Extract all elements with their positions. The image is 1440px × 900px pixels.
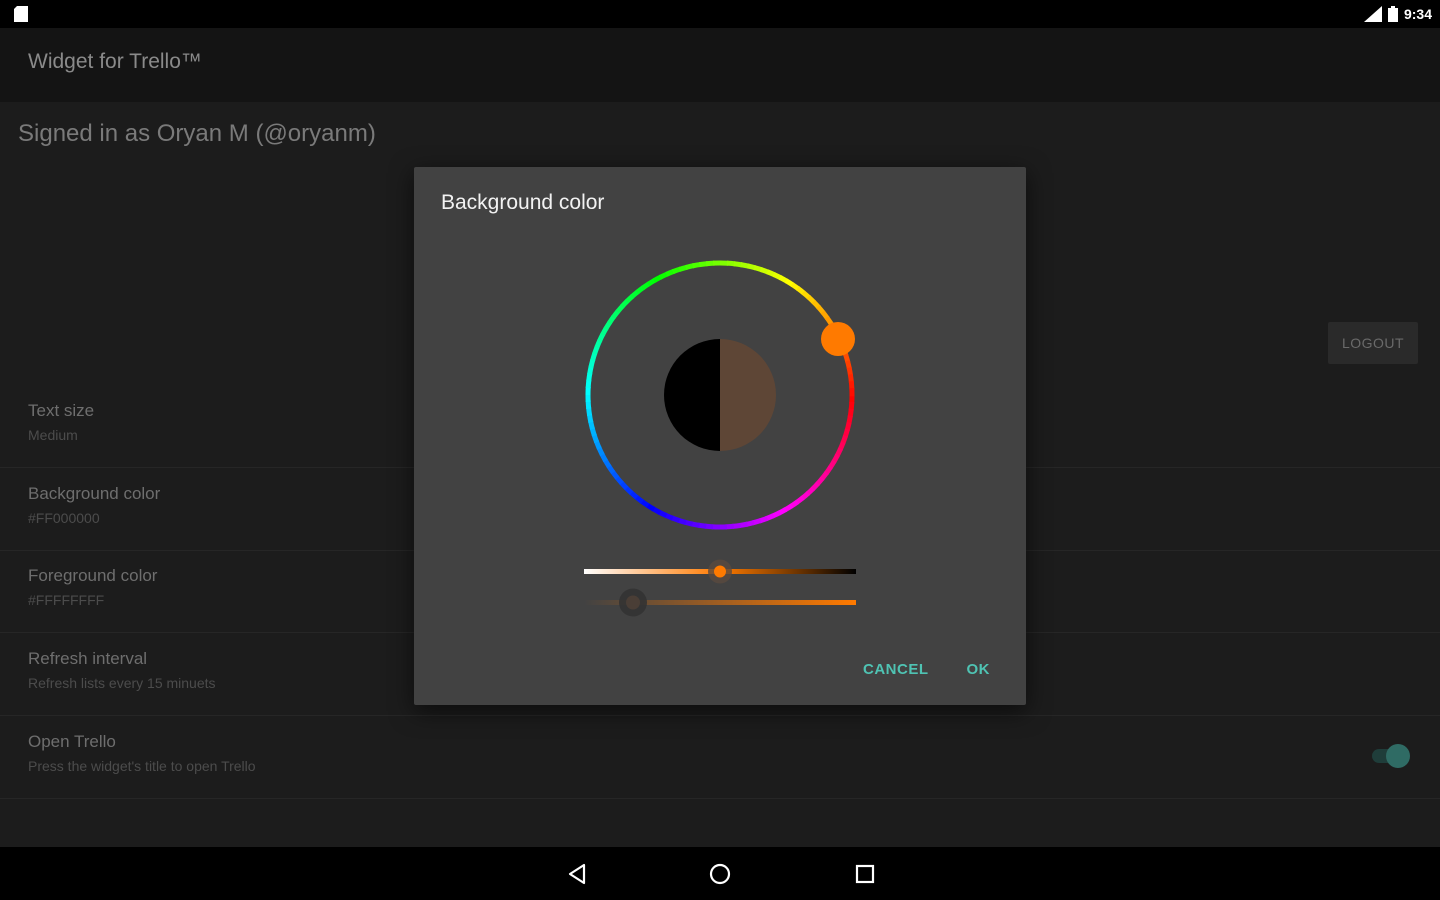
pref-title: Open Trello <box>28 732 116 751</box>
pref-summary: Refresh lists every 15 minuets <box>28 675 216 691</box>
signal-icon <box>1363 6 1382 22</box>
pref-title: Background color <box>28 484 161 503</box>
toggle-thumb <box>1386 744 1410 768</box>
status-bar: 9:34 <box>0 0 1440 28</box>
open-trello-toggle[interactable] <box>1370 744 1410 768</box>
color-wheel[interactable] <box>580 257 860 537</box>
pref-summary: #FFFFFFFF <box>28 592 105 608</box>
dialog-title: Background color <box>441 191 605 214</box>
pref-summary: Press the widget's title to open Trello <box>28 758 256 774</box>
navigation-bar <box>0 847 1440 900</box>
back-icon[interactable] <box>562 859 592 889</box>
recents-icon[interactable] <box>850 859 880 889</box>
background-color-dialog: Background color CANCEL OK <box>414 167 1026 705</box>
hue-picker-handle[interactable] <box>821 322 855 356</box>
dialog-actions: CANCEL OK <box>863 661 990 678</box>
pref-open-trello[interactable]: Open Trello Press the widget's title to … <box>0 716 1440 799</box>
pref-title: Text size <box>28 401 95 420</box>
opacity-handle[interactable] <box>619 588 647 617</box>
pref-summary: Medium <box>28 427 78 443</box>
pref-summary: #FF000000 <box>28 510 100 526</box>
sd-card-icon <box>14 6 28 22</box>
cancel-button[interactable]: CANCEL <box>863 661 929 678</box>
app-bar: Widget for Trello™ <box>0 28 1440 102</box>
settings-screen: 9:34 Widget for Trello™ Signed in as Ory… <box>0 0 1440 900</box>
battery-icon <box>1387 6 1398 22</box>
home-icon[interactable] <box>705 859 735 889</box>
color-sliders <box>584 559 856 617</box>
logout-button[interactable]: LOGOUT <box>1328 322 1418 364</box>
ok-button[interactable]: OK <box>967 661 991 678</box>
pref-title: Refresh interval <box>28 649 148 668</box>
status-right: 9:34 <box>1363 0 1432 28</box>
saturation-value-handle[interactable] <box>708 559 732 584</box>
status-time: 9:34 <box>1403 6 1432 22</box>
signed-in-text: Signed in as Oryan M (@oryanm) <box>18 120 376 147</box>
app-title: Widget for Trello™ <box>28 50 202 73</box>
pref-title: Foreground color <box>28 566 158 585</box>
